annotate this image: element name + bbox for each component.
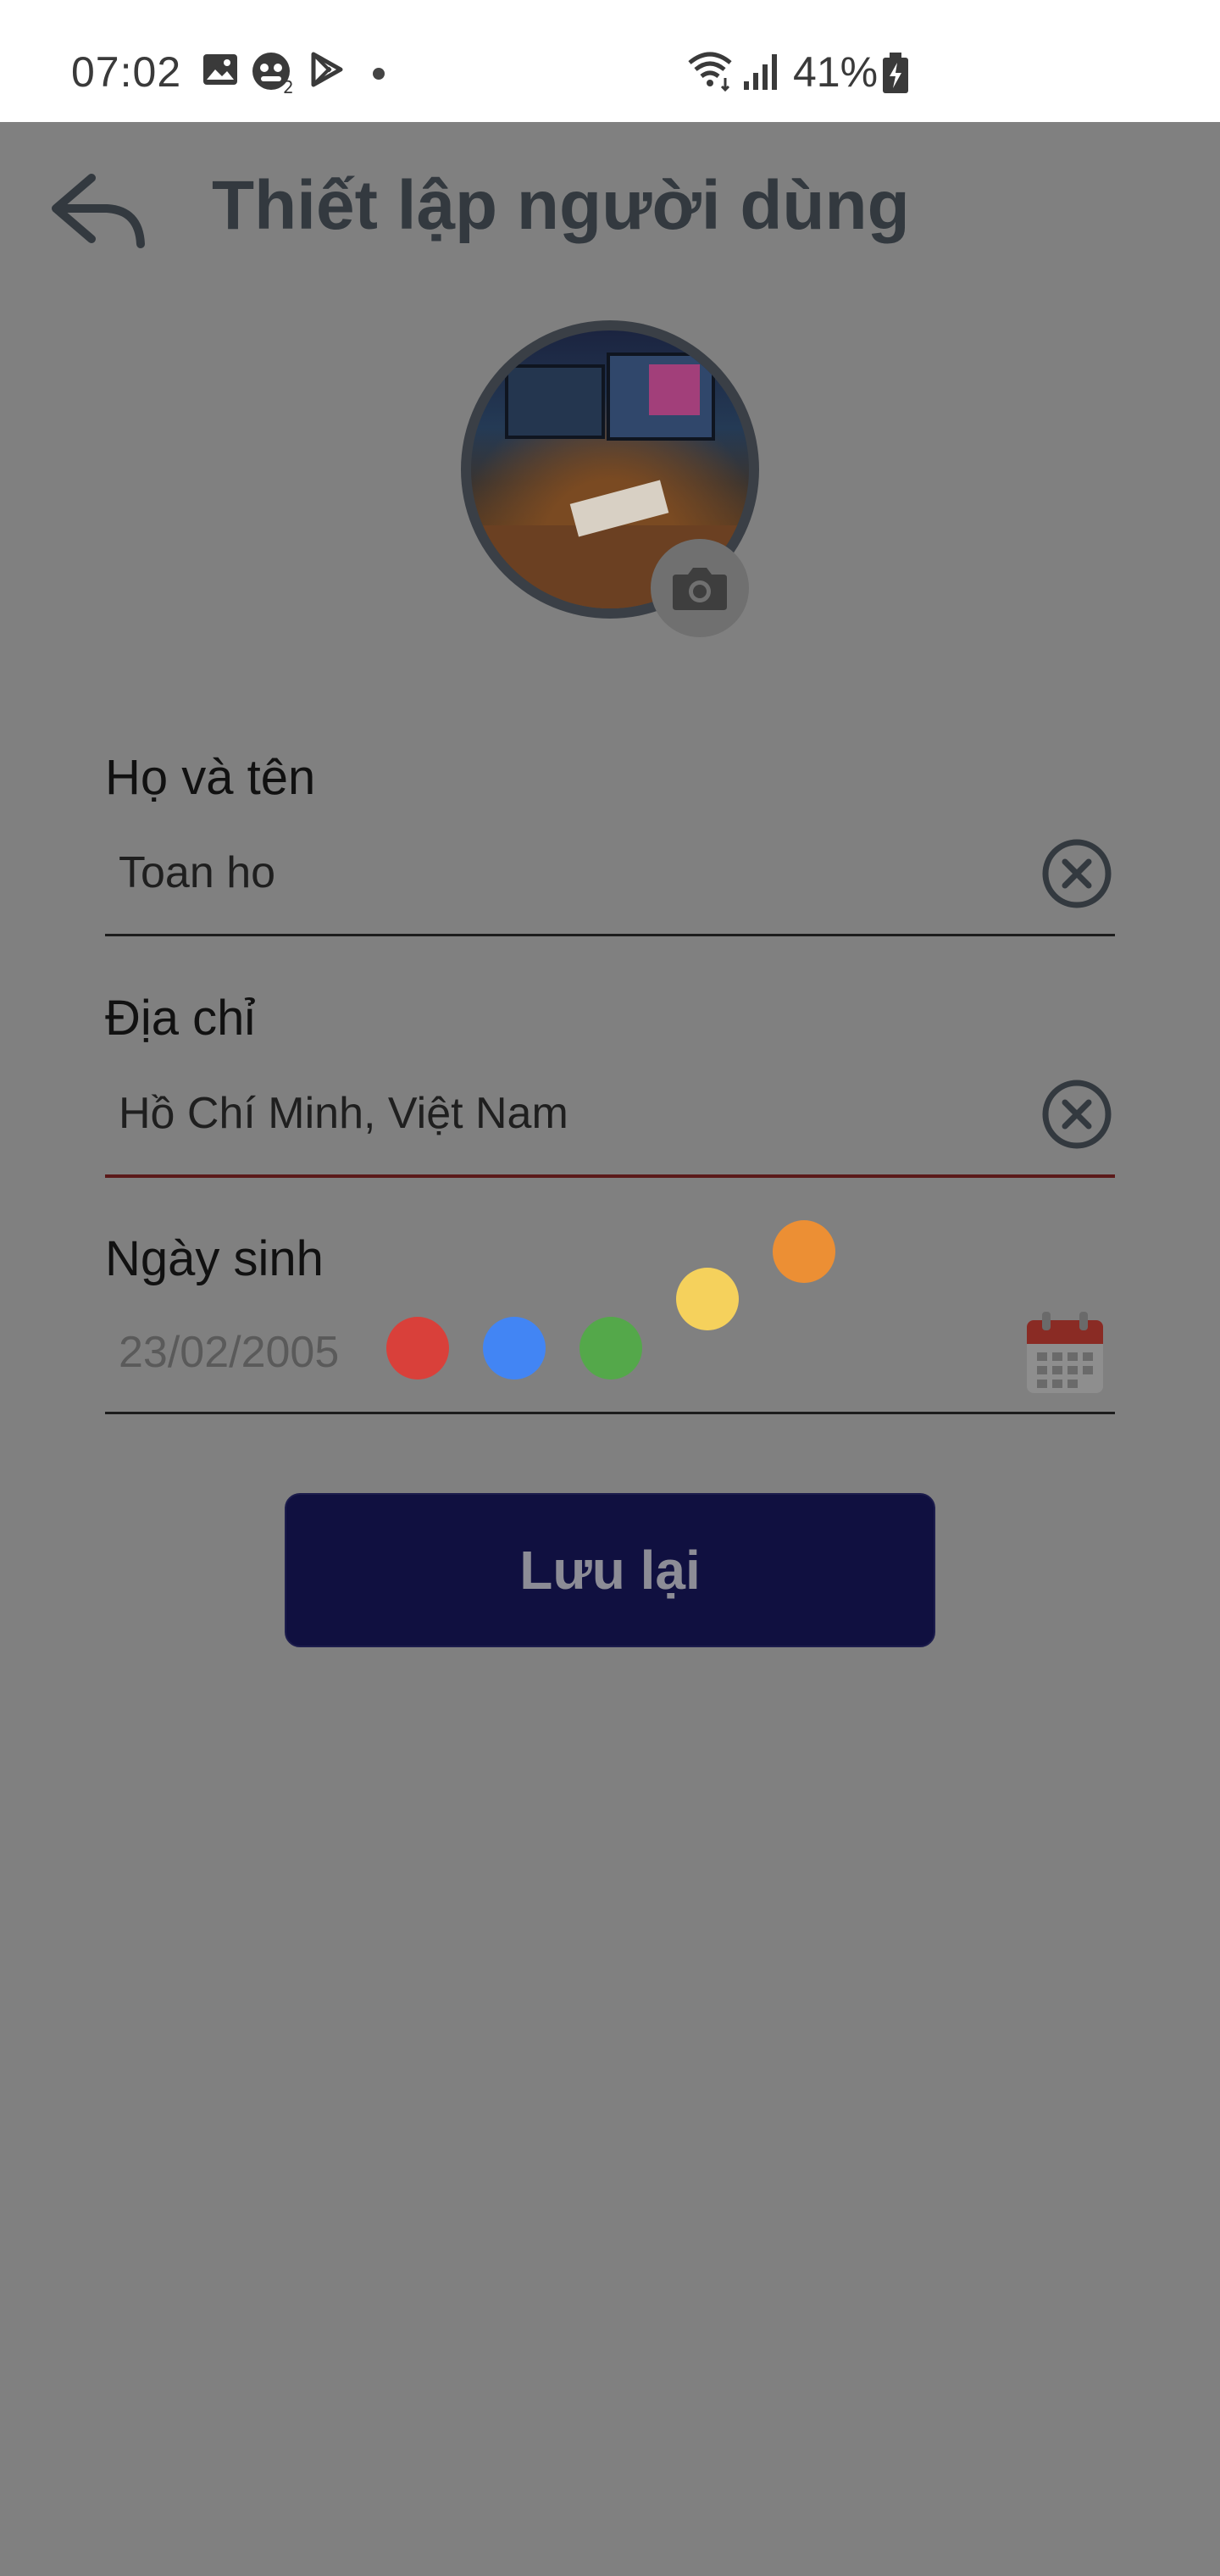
page-title: Thiết lập người dùng xyxy=(212,167,910,244)
clear-name-icon[interactable] xyxy=(1040,837,1113,910)
loading-dot xyxy=(773,1220,835,1283)
address-field[interactable]: Hồ Chí Minh, Việt Nam xyxy=(119,1088,568,1139)
signal-icon xyxy=(744,54,777,90)
loading-dot xyxy=(483,1317,546,1380)
loading-dot xyxy=(676,1268,739,1330)
loading-dot xyxy=(580,1317,642,1380)
clear-address-icon[interactable] xyxy=(1040,1078,1113,1151)
change-avatar-button[interactable] xyxy=(651,539,749,637)
loading-dot xyxy=(386,1317,449,1380)
wifi-icon xyxy=(688,52,732,92)
name-label: Họ và tên xyxy=(105,750,316,805)
name-underline xyxy=(105,934,1115,936)
avatar-detail-screen xyxy=(649,364,700,415)
address-underline xyxy=(105,1174,1115,1178)
play-store-icon xyxy=(311,52,343,87)
save-button[interactable]: Lưu lại xyxy=(285,1493,935,1647)
calendar-icon[interactable] xyxy=(1025,1310,1105,1395)
svg-text:2: 2 xyxy=(283,77,294,95)
back-arrow-icon[interactable] xyxy=(47,163,149,256)
address-label: Địa chỉ xyxy=(105,991,256,1046)
notification-dot xyxy=(373,68,385,80)
battery-percent: 41% xyxy=(793,48,879,96)
status-bar: 07:02 2 41% xyxy=(0,0,1220,122)
save-button-label: Lưu lại xyxy=(519,1540,701,1601)
birthday-field[interactable]: 23/02/2005 xyxy=(119,1327,339,1378)
birthday-underline xyxy=(105,1412,1115,1414)
name-field[interactable]: Toan ho xyxy=(119,847,275,898)
status-time: 07:02 xyxy=(71,48,182,96)
gallery-icon xyxy=(203,54,237,85)
app-notification-icon: 2 xyxy=(252,53,294,95)
avatar-detail-monitor xyxy=(505,364,605,439)
battery-charging-icon xyxy=(883,53,908,93)
camera-icon xyxy=(673,568,727,610)
birthday-label: Ngày sinh xyxy=(105,1231,324,1286)
